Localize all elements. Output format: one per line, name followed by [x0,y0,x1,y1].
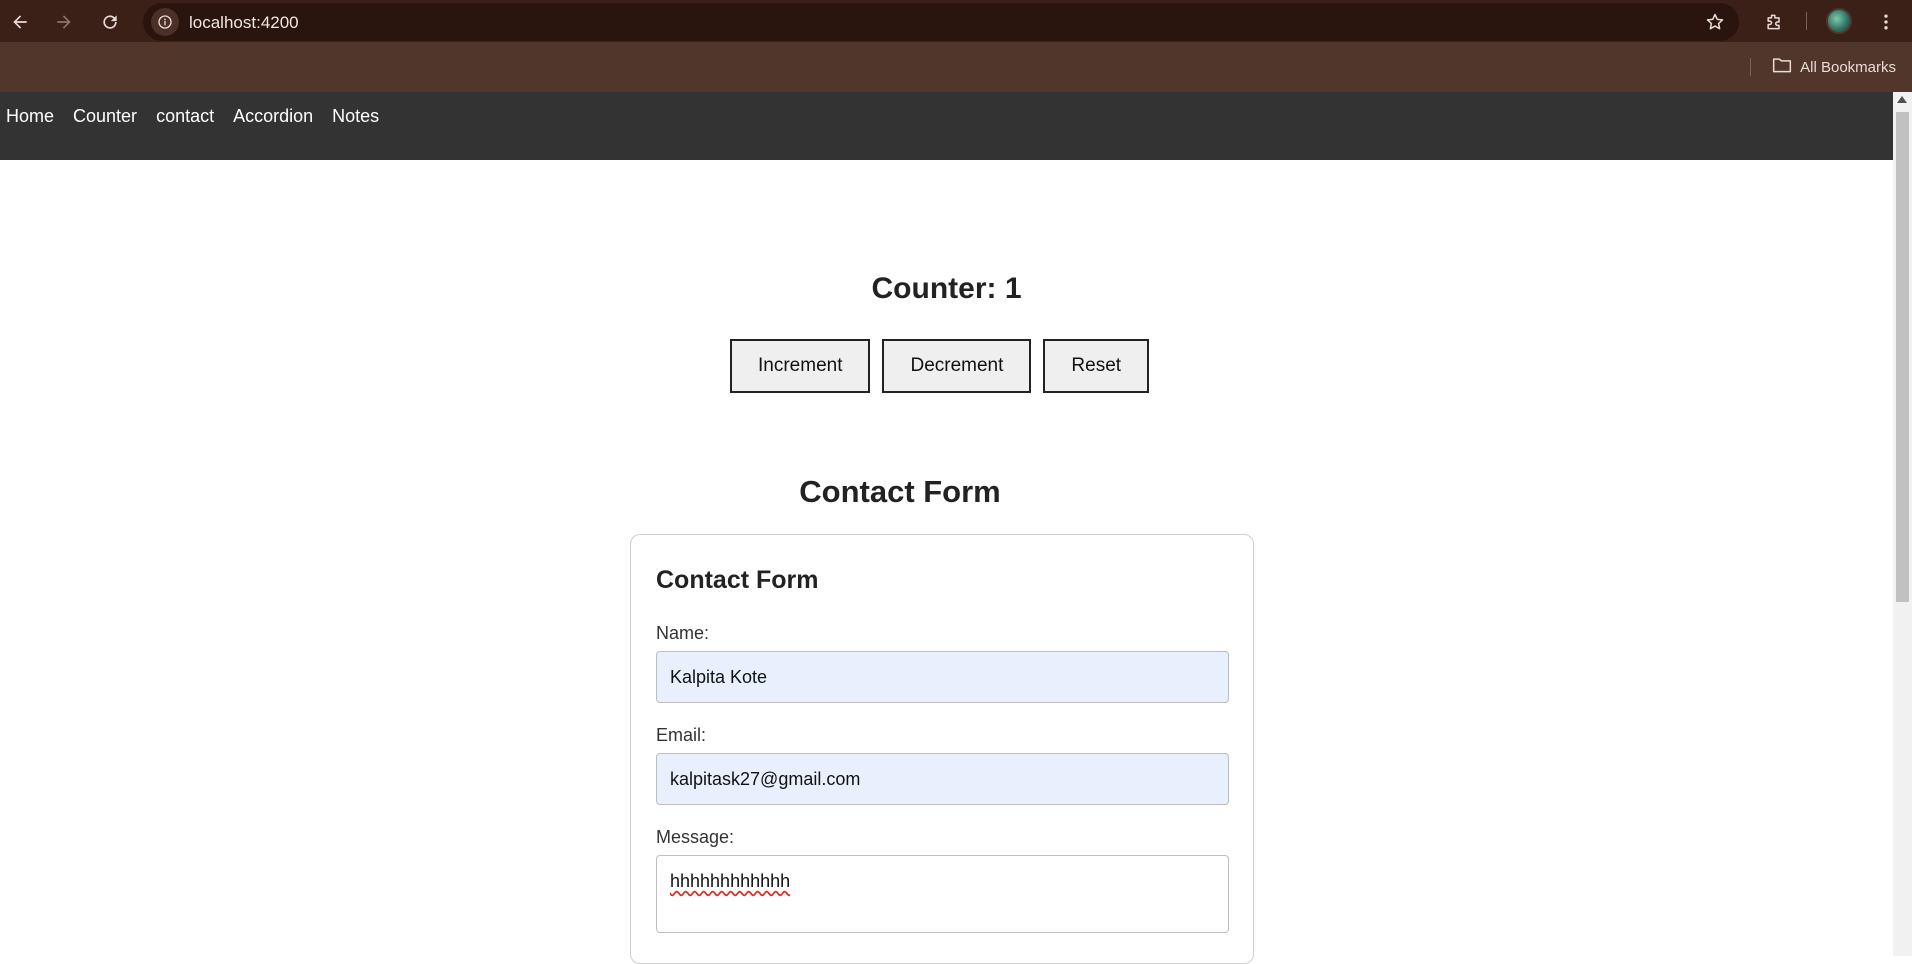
message-textarea[interactable]: hhhhhhhhhhhh [656,855,1229,933]
nav-link-notes[interactable]: Notes [332,106,379,127]
app-navbar: Home Counter contact Accordion Notes [0,92,1893,160]
all-bookmarks-label: All Bookmarks [1800,58,1896,76]
name-label: Name: [656,623,710,643]
contact-heading: Contact Form [799,474,1001,509]
page-scrollbar[interactable] [1893,92,1912,956]
forward-icon[interactable] [50,8,78,36]
scrollbar-thumb[interactable] [1896,112,1909,602]
name-input[interactable] [656,651,1229,703]
nav-link-counter[interactable]: Counter [73,106,137,127]
counter-button-group: Increment Decrement Reset [730,339,1150,393]
all-bookmarks-button[interactable]: All Bookmarks [1772,56,1896,78]
back-icon[interactable] [6,8,34,36]
nav-link-home[interactable]: Home [6,106,54,127]
message-label: Message: [656,827,735,847]
url-text[interactable]: localhost:4200 [189,13,299,33]
email-input[interactable] [656,753,1229,805]
site-info-icon[interactable] [151,8,179,36]
message-text: hhhhhhhhhhhh [670,871,791,891]
email-label: Email: [656,725,707,745]
decrement-button[interactable]: Decrement [882,339,1032,393]
menu-kebab-icon[interactable] [1872,8,1900,36]
contact-card-title: Contact Form [656,566,819,594]
bookmarks-bar [0,42,1912,92]
counter-title: Counter: 1 [871,272,1022,305]
reset-button[interactable]: Reset [1043,339,1150,393]
toolbar-divider [1806,12,1807,30]
browser-toolbar: localhost:4200 [0,0,1912,42]
folder-icon [1772,56,1792,78]
bookmarks-divider [1750,58,1751,76]
contact-form-card: Contact Form Name: Email: Message: hhhhh… [630,534,1254,964]
extensions-icon[interactable] [1760,8,1788,36]
scroll-up-arrow-icon[interactable] [1897,96,1907,103]
bookmark-star-icon[interactable] [1705,12,1725,37]
nav-link-contact[interactable]: contact [156,106,214,127]
increment-button[interactable]: Increment [730,339,871,393]
address-bar[interactable]: localhost:4200 [143,3,1739,41]
profile-avatar[interactable] [1826,8,1852,34]
nav-link-accordion[interactable]: Accordion [233,106,313,127]
reload-icon[interactable] [96,8,124,36]
